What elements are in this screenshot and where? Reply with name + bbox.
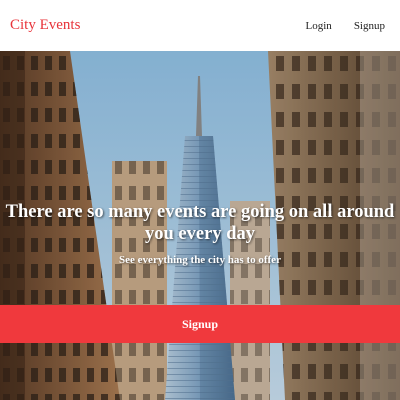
- signup-cta-button[interactable]: Signup: [0, 305, 400, 343]
- hero-text: There are so many events are going on al…: [0, 201, 400, 266]
- hero-subheading: See everything the city has to offer: [119, 254, 281, 266]
- nav-links: Login Signup: [306, 20, 385, 32]
- page: City Events Login Signup There are so ma…: [0, 0, 400, 400]
- signup-link[interactable]: Signup: [354, 20, 385, 32]
- hero-heading: There are so many events are going on al…: [0, 201, 400, 245]
- login-link[interactable]: Login: [306, 20, 332, 32]
- navbar: City Events Login Signup: [0, 0, 400, 51]
- brand-logo[interactable]: City Events: [10, 17, 80, 34]
- hero-heading-line-2: you every day: [145, 224, 255, 244]
- hero-section: There are so many events are going on al…: [0, 51, 400, 400]
- hero-heading-line-1: There are so many events are going on al…: [5, 202, 395, 222]
